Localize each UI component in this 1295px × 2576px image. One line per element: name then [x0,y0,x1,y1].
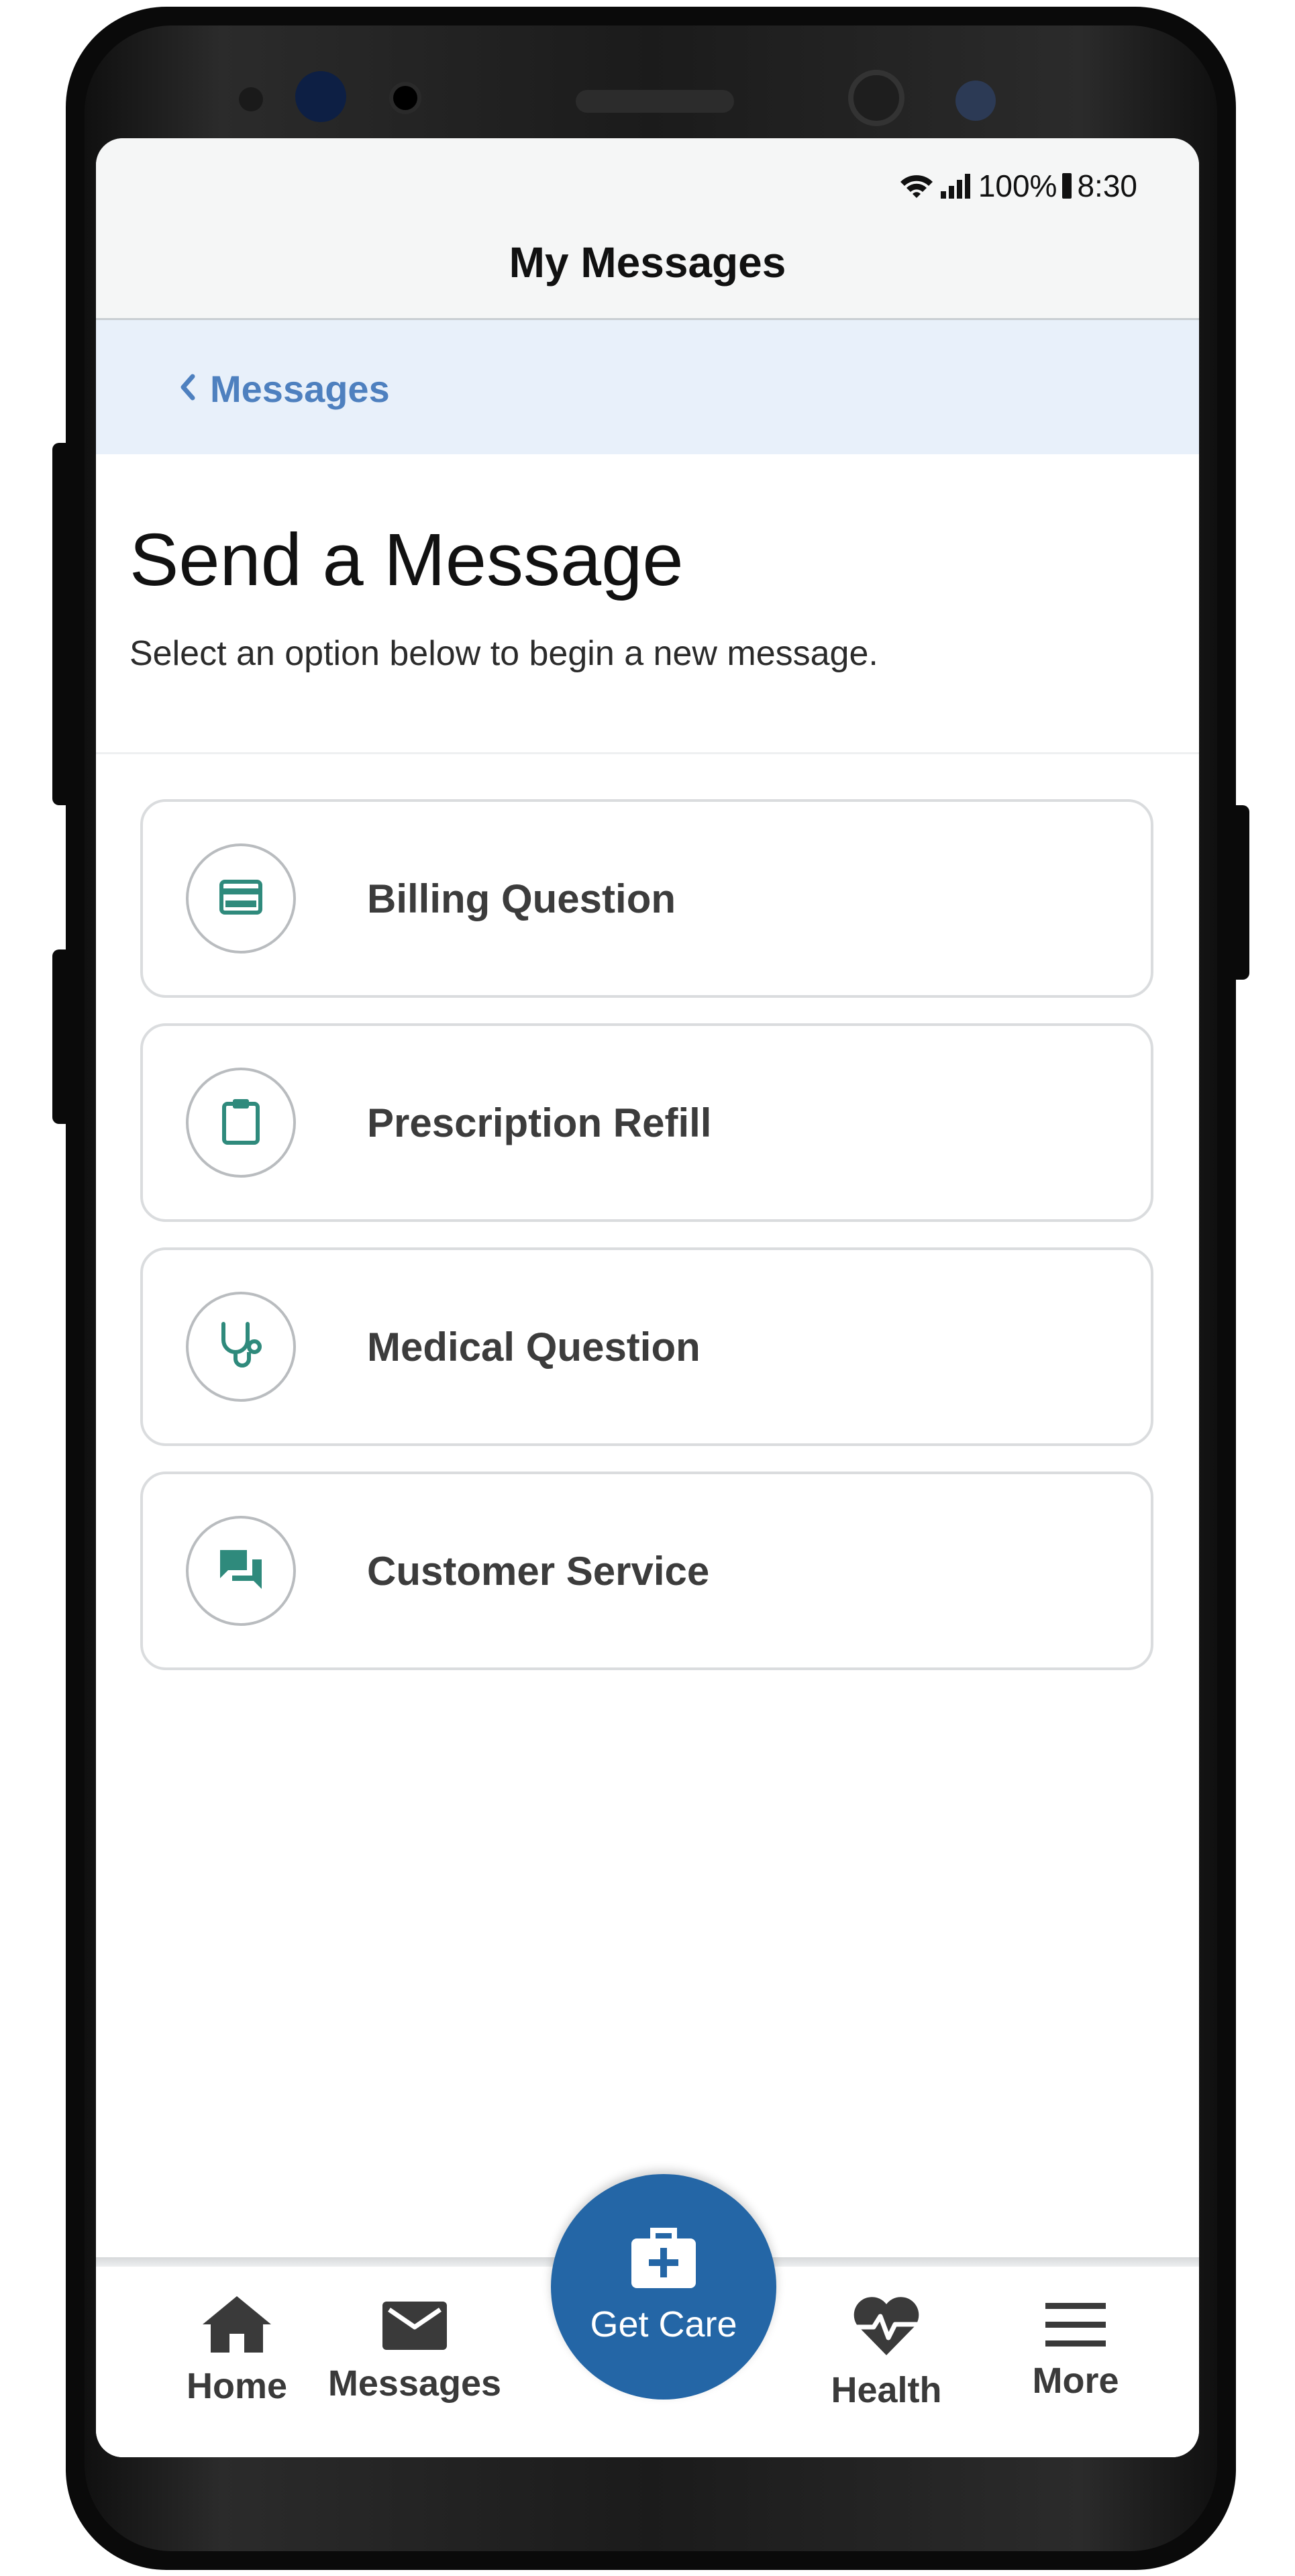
page-subtitle: Select an option below to begin a new me… [130,634,878,673]
chevron-left-icon [178,372,197,405]
back-to-messages-link[interactable]: Messages [178,367,390,411]
sensor [389,82,421,114]
option-label: Customer Service [367,1548,710,1594]
option-icon-circle [186,1068,296,1178]
tab-messages[interactable]: Messages [328,2267,501,2455]
breadcrumb-bar: Messages [96,320,1199,454]
option-label: Billing Question [367,876,676,921]
tab-label: Messages [327,2363,502,2404]
heart-pulse-icon [851,2267,922,2361]
side-button [52,949,72,1124]
page-title: Send a Message [130,519,684,601]
power-button [1229,805,1249,980]
option-label: Medical Question [367,1324,701,1370]
customer-service-option[interactable]: Customer Service [140,1472,1153,1670]
tab-label: Home [186,2366,288,2406]
earpiece-speaker [576,90,734,113]
stethoscope-icon [218,1320,264,1374]
message-options-list: Billing Question Prescription Refill Med… [140,799,1153,1696]
app-header: My Messages [96,199,1199,320]
wifi-icon [898,171,935,201]
tab-more[interactable]: More [995,2267,1156,2455]
envelope-icon [381,2267,448,2355]
get-care-button[interactable]: Get Care [551,2174,776,2400]
battery-icon [1061,172,1073,200]
divider [96,752,1199,754]
credit-card-icon [219,879,263,919]
volume-button [52,443,72,805]
tab-home[interactable]: Home [156,2267,317,2455]
billing-question-option[interactable]: Billing Question [140,799,1153,998]
front-camera [848,70,904,126]
sensor [239,87,263,111]
medical-question-option[interactable]: Medical Question [140,1247,1153,1446]
get-care-label: Get Care [590,2304,737,2345]
sensor [295,71,346,122]
hamburger-menu-icon [1044,2267,1107,2352]
option-icon-circle [186,843,296,954]
back-link-label: Messages [210,368,390,410]
sensor [955,81,996,121]
status-indicators: 100% 8:30 [898,168,1137,203]
app-screen: 100% 8:30 My Messages Messages Send a Me… [96,138,1199,2457]
tab-label: Health [831,2370,942,2410]
signal-icon [939,172,974,199]
clipboard-icon [221,1097,260,1149]
tab-health[interactable]: Health [806,2267,967,2455]
header-title: My Messages [509,238,786,287]
chat-bubbles-icon [217,1547,264,1595]
option-icon-circle [186,1516,296,1626]
prescription-refill-option[interactable]: Prescription Refill [140,1023,1153,1222]
tab-label: More [1032,2361,1119,2401]
home-icon [200,2267,274,2357]
medical-kit-icon [630,2174,697,2293]
option-icon-circle [186,1292,296,1402]
option-label: Prescription Refill [367,1100,712,1145]
